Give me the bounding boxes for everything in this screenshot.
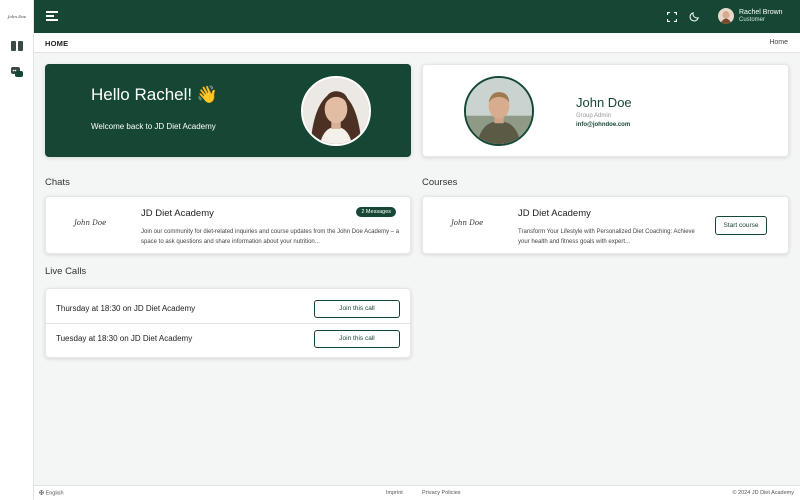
book-icon[interactable]: [10, 39, 24, 53]
language-label: English: [45, 490, 64, 497]
imprint-link[interactable]: Imprint: [386, 490, 403, 496]
profile-name: John Doe: [576, 95, 632, 110]
call-text: Thursday at 18:30 on JD Diet Academy: [56, 304, 196, 313]
live-calls-section-title: Live Calls: [45, 266, 87, 277]
courses-section-title: Courses: [422, 177, 458, 188]
call-row: Tuesday at 18:30 on JD Diet Academy Join…: [46, 324, 410, 354]
profile-role: Group Admin: [576, 113, 612, 119]
privacy-link[interactable]: Privacy Policies: [422, 490, 461, 496]
welcome-greeting: Hello Rachel! 👋: [91, 85, 218, 104]
call-text: Tuesday at 18:30 on JD Diet Academy: [56, 334, 193, 343]
chat-description: Join our community for diet-related inqu…: [141, 229, 400, 245]
globe-icon: [39, 490, 44, 495]
breadcrumb: HOME Home: [34, 33, 800, 53]
copyright: © 2024 JD Diet Academy: [732, 490, 794, 496]
message-count-badge: 2 Messages: [356, 207, 396, 217]
course-logo: John Doe: [451, 219, 484, 227]
user-photo: [301, 76, 371, 146]
chat-item[interactable]: John Doe JD Diet Academy 2 Messages Join…: [45, 196, 411, 254]
course-item: John Doe JD Diet Academy Transform Your …: [422, 196, 789, 254]
join-call-button[interactable]: Join this call: [314, 330, 400, 348]
page-title: HOME: [45, 39, 69, 48]
user-name[interactable]: Rachel Brown: [739, 9, 783, 16]
welcome-card: Hello Rachel! 👋 Welcome back to JD Diet …: [45, 64, 411, 157]
language-selector[interactable]: English: [39, 490, 64, 497]
menu-icon[interactable]: [46, 11, 58, 21]
moon-icon[interactable]: [689, 11, 700, 22]
breadcrumb-home-link[interactable]: Home: [769, 39, 788, 46]
footer: English Imprint Privacy Policies © 2024 …: [34, 485, 800, 500]
top-bar: Rachel Brown Customer: [34, 0, 800, 33]
course-title: JD Diet Academy: [518, 208, 591, 219]
chat-title: JD Diet Academy: [141, 208, 214, 219]
chat-logo: John Doe: [74, 219, 107, 227]
avatar[interactable]: [718, 8, 734, 24]
rail-logo[interactable]: John Doe: [6, 12, 28, 22]
join-call-button[interactable]: Join this call: [314, 300, 400, 318]
welcome-subtitle: Welcome back to JD Diet Academy: [91, 122, 216, 131]
left-rail: John Doe: [0, 0, 34, 500]
user-role: Customer: [739, 17, 766, 23]
chats-section-title: Chats: [45, 177, 70, 188]
start-course-button[interactable]: Start course: [715, 216, 767, 235]
chat-icon[interactable]: [10, 65, 24, 79]
call-row: Thursday at 18:30 on JD Diet Academy Joi…: [46, 294, 410, 324]
course-description: Transform Your Lifestyle with Personaliz…: [518, 229, 695, 245]
profile-card: John Doe Group Admin info@johndoe.com: [422, 64, 789, 157]
fullscreen-icon[interactable]: [667, 12, 677, 22]
profile-photo: [464, 76, 534, 146]
profile-email[interactable]: info@johndoe.com: [576, 122, 630, 128]
live-calls-card: Thursday at 18:30 on JD Diet Academy Joi…: [45, 288, 411, 358]
